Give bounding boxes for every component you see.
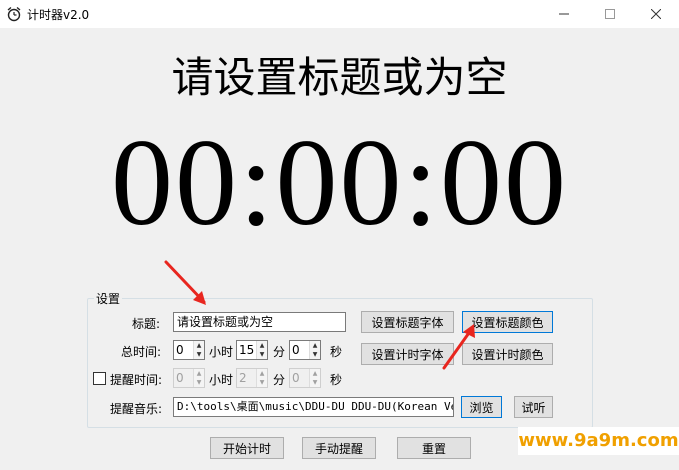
reminder-minutes-value: 2 xyxy=(239,371,247,385)
close-button[interactable] xyxy=(633,0,679,28)
title-input[interactable]: 请设置标题或为空 xyxy=(173,312,346,332)
watermark: www.9a9m.com xyxy=(518,427,679,455)
stepper-down-icon[interactable]: ▼ xyxy=(194,378,204,387)
timer-display: 00:00:00 xyxy=(111,114,568,251)
title-bar: 计时器v2.0 xyxy=(0,0,679,28)
total-seconds-value: 0 xyxy=(292,343,300,357)
window-title: 计时器v2.0 xyxy=(27,8,90,22)
alarm-clock-icon xyxy=(7,6,21,22)
stepper-down-icon[interactable]: ▼ xyxy=(310,350,320,359)
reminder-hours-unit: 小时 xyxy=(209,373,234,387)
total-hours-stepper[interactable]: 0 ▲ ▼ xyxy=(173,340,205,360)
reminder-seconds-unit: 秒 xyxy=(330,373,343,387)
music-path-input[interactable]: D:\tools\桌面\music\DDU-DU DDU-DU(Korean V… xyxy=(173,397,454,417)
browse-button[interactable]: 浏览 xyxy=(461,396,502,418)
stepper-up-icon[interactable]: ▲ xyxy=(257,369,267,378)
red-arrow-icon xyxy=(164,260,206,305)
total-time-label: 总时间: xyxy=(121,345,162,359)
total-hours-value: 0 xyxy=(176,343,184,357)
reminder-minutes-stepper[interactable]: 2 ▲ ▼ xyxy=(236,368,268,388)
reminder-time-label: 提醒时间: xyxy=(110,373,163,387)
total-minutes-stepper[interactable]: 15 ▲ ▼ xyxy=(236,340,268,360)
maximize-button[interactable] xyxy=(587,0,633,28)
reminder-minutes-unit: 分 xyxy=(273,373,286,387)
reminder-hours-stepper[interactable]: 0 ▲ ▼ xyxy=(173,368,205,388)
minimize-button[interactable] xyxy=(541,0,587,28)
start-timer-button[interactable]: 开始计时 xyxy=(210,437,284,459)
title-label: 标题: xyxy=(132,317,161,331)
stepper-down-icon[interactable]: ▼ xyxy=(257,378,267,387)
stepper-down-icon[interactable]: ▼ xyxy=(194,350,204,359)
listen-button[interactable]: 试听 xyxy=(514,396,553,418)
reminder-hours-value: 0 xyxy=(176,371,184,385)
stepper-up-icon[interactable]: ▲ xyxy=(257,341,267,350)
red-arrow-icon xyxy=(442,324,475,370)
hours-unit: 小时 xyxy=(209,345,234,359)
minutes-unit: 分 xyxy=(273,345,286,359)
close-icon xyxy=(651,9,661,19)
reminder-seconds-stepper[interactable]: 0 ▲ ▼ xyxy=(289,368,321,388)
reset-button[interactable]: 重置 xyxy=(397,437,471,459)
total-minutes-value: 15 xyxy=(239,343,255,357)
stepper-up-icon[interactable]: ▲ xyxy=(194,369,204,378)
stepper-up-icon[interactable]: ▲ xyxy=(194,341,204,350)
stepper-down-icon[interactable]: ▼ xyxy=(310,378,320,387)
seconds-unit: 秒 xyxy=(330,345,343,359)
reminder-seconds-value: 0 xyxy=(292,371,300,385)
settings-group-label: 设置 xyxy=(94,290,123,307)
display-title: 请设置标题或为空 xyxy=(171,53,508,102)
manual-remind-button[interactable]: 手动提醒 xyxy=(302,437,376,459)
minimize-icon xyxy=(559,13,569,15)
total-seconds-stepper[interactable]: 0 ▲ ▼ xyxy=(289,340,321,360)
stepper-down-icon[interactable]: ▼ xyxy=(257,350,267,359)
reminder-checkbox[interactable] xyxy=(93,372,106,385)
stepper-up-icon[interactable]: ▲ xyxy=(310,341,320,350)
music-label: 提醒音乐: xyxy=(110,402,163,416)
stepper-up-icon[interactable]: ▲ xyxy=(310,369,320,378)
maximize-icon xyxy=(605,9,615,19)
